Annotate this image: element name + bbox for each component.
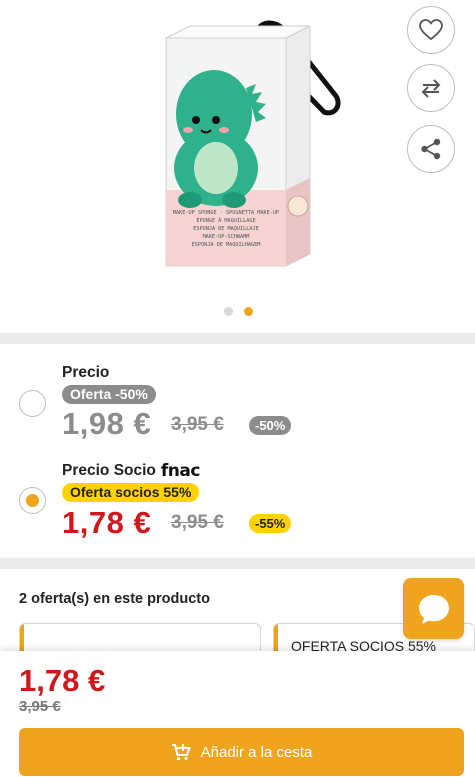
price-label: Precio (62, 364, 110, 381)
product-gallery[interactable]: MAKE-UP SPONGE · SPUGNETTA MAKE-UP ÉPONG… (0, 0, 475, 332)
product-image[interactable]: MAKE-UP SPONGE · SPUGNETTA MAKE-UP ÉPONG… (150, 18, 350, 278)
price-value: 1,98 € (62, 406, 152, 441)
section-divider (0, 333, 475, 344)
share-button[interactable] (407, 125, 455, 173)
chat-bubble-icon (418, 594, 449, 624)
price-label: Precio Socio (62, 462, 156, 479)
old-price: 3,95 € (171, 512, 224, 533)
favorite-button[interactable] (407, 6, 455, 54)
packaging-line: MAKE-UP SPONGE · SPUGNETTA MAKE-UP (173, 210, 279, 216)
cart-icon (171, 744, 191, 761)
packaging-line: ESPONJA DE MAQUILHAGEM (192, 242, 261, 248)
member-price-value: 1,78 € (62, 505, 152, 540)
old-price: 3,95 € (171, 414, 224, 435)
price-option-member[interactable]: Precio Socio fnac Oferta socios 55% 1,78… (0, 451, 475, 557)
heart-icon (419, 19, 443, 41)
offer-tag: Oferta -50% (62, 385, 156, 404)
fnac-logo: fnac (160, 461, 201, 481)
packaging-line: MAKE-UP-SCHWAMM (203, 234, 250, 240)
final-price: 1,78 € (19, 663, 106, 698)
radio-member[interactable] (19, 487, 46, 514)
member-offer-tag: Oferta socios 55% (62, 483, 200, 502)
packaging-line: ÉPONGE À MAQUILLAGE (196, 216, 255, 224)
bottom-purchase-bar: 1,78 € 3,95 € Añadir a la cesta (0, 651, 475, 777)
discount-badge: -50% (249, 416, 292, 435)
radio-regular[interactable] (19, 390, 46, 417)
price-option-regular[interactable]: Precio Oferta -50% 1,98 € 3,95 € -50% (0, 344, 475, 451)
compare-button[interactable] (407, 64, 455, 112)
carousel-dot[interactable] (224, 307, 233, 316)
carousel-indicator (224, 307, 253, 316)
packaging-line: ESPONJA DE MAQUILLAJE (193, 226, 259, 232)
add-to-cart-label: Añadir a la cesta (200, 743, 313, 761)
section-divider (0, 558, 475, 569)
chat-button[interactable] (403, 578, 464, 639)
share-icon (421, 138, 441, 160)
compare-arrows-icon (421, 79, 441, 98)
offers-title: 2 oferta(s) en este producto (19, 591, 210, 607)
discount-badge: -55% (249, 514, 292, 533)
final-old-price: 3,95 € (19, 698, 61, 715)
price-label-member: Precio Socio fnac (62, 461, 200, 481)
carousel-dot-active[interactable] (244, 307, 253, 316)
add-to-cart-button[interactable]: Añadir a la cesta (19, 728, 464, 776)
